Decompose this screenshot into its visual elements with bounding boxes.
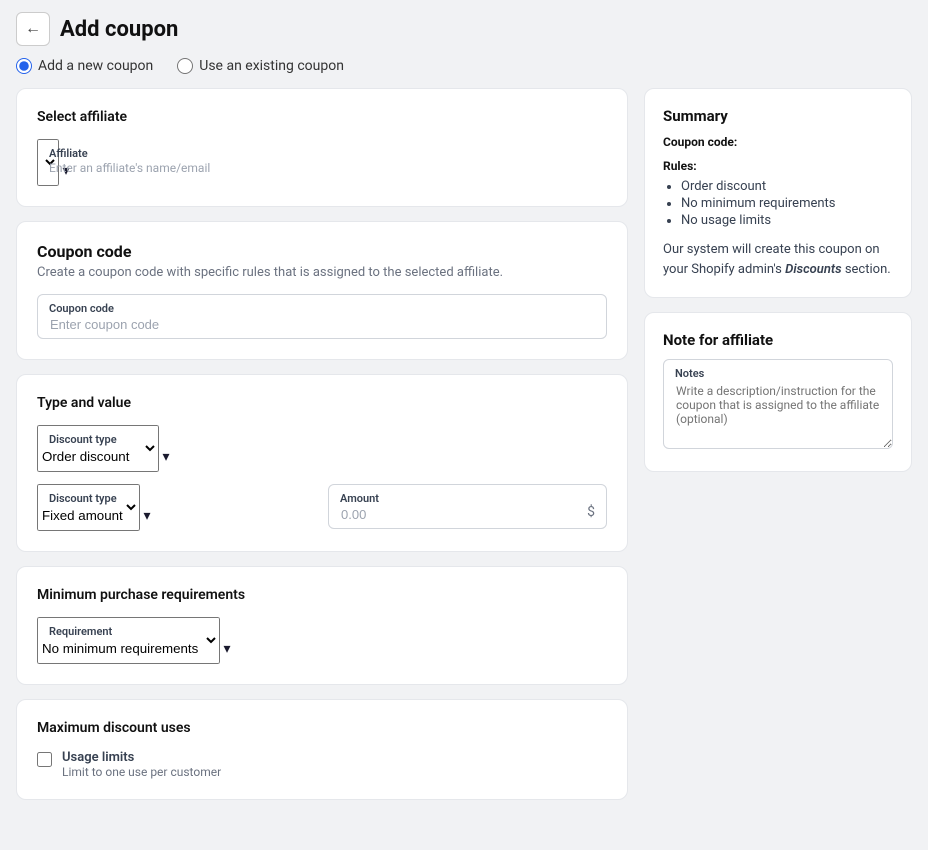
- usage-limits-label: Usage limits: [62, 750, 221, 765]
- discount-type-main-chevron-icon: ▾: [162, 449, 169, 465]
- notes-title: Note for affiliate: [663, 331, 893, 349]
- minimum-purchase-card: Minimum purchase requirements Requiremen…: [16, 566, 628, 685]
- type-value-title: Type and value: [37, 395, 607, 411]
- back-icon: ←: [25, 20, 41, 38]
- sub-discount-row: Discount type Fixed amount Percentage ▾ …: [37, 484, 607, 531]
- radio-add-new-label: Add a new coupon: [38, 58, 153, 74]
- sub-discount-type-chevron-icon: ▾: [143, 508, 150, 524]
- summary-rule-2: No minimum requirements: [681, 196, 893, 211]
- notes-textarea[interactable]: [663, 359, 893, 449]
- amount-wrapper: Amount $: [328, 484, 607, 531]
- affiliate-section-title: Select affiliate: [37, 109, 607, 125]
- usage-limits-text: Usage limits Limit to one use per custom…: [62, 750, 221, 779]
- requirement-select-wrapper: Requirement No minimum requirements Mini…: [37, 617, 607, 664]
- summary-note-italic: Discounts: [785, 262, 842, 277]
- coupon-code-wrapper: Coupon code: [37, 294, 607, 339]
- summary-rules: Order discount No minimum requirements N…: [663, 179, 893, 228]
- affiliate-select-wrapper: Affiliate Enter an affiliate's name/emai…: [37, 139, 607, 186]
- requirement-select[interactable]: No minimum requirements Minimum purchase…: [37, 617, 220, 664]
- maximum-uses-title: Maximum discount uses: [37, 720, 607, 736]
- coupon-code-desc: Create a coupon code with specific rules…: [37, 265, 607, 280]
- radio-add-new[interactable]: Add a new coupon: [16, 58, 153, 74]
- minimum-purchase-title: Minimum purchase requirements: [37, 587, 607, 603]
- affiliate-chevron-icon: ▾: [62, 163, 69, 179]
- summary-card: Summary Coupon code: Rules: Order discou…: [644, 88, 912, 298]
- notes-textarea-wrapper: Notes: [663, 359, 893, 453]
- amount-input[interactable]: [328, 484, 607, 529]
- sub-discount-type-wrapper: Discount type Fixed amount Percentage ▾: [37, 484, 316, 531]
- radio-use-existing-label: Use an existing coupon: [199, 58, 344, 74]
- affiliate-card: Select affiliate Affiliate Enter an affi…: [16, 88, 628, 207]
- summary-rule-3: No usage limits: [681, 213, 893, 228]
- back-button[interactable]: ←: [16, 12, 50, 46]
- usage-limits-checkbox[interactable]: [37, 752, 52, 767]
- discount-type-main-select[interactable]: Order discount Product discount: [37, 425, 159, 472]
- usage-limits-sublabel: Limit to one use per customer: [62, 765, 221, 779]
- summary-title: Summary: [663, 107, 893, 125]
- radio-group: Add a new coupon Use an existing coupon: [16, 58, 912, 74]
- summary-rules-label: Rules:: [663, 159, 893, 173]
- type-value-card: Type and value Discount type Order disco…: [16, 374, 628, 552]
- affiliate-placeholder: Enter an affiliate's name/email: [49, 161, 210, 175]
- affiliate-select[interactable]: [37, 139, 59, 186]
- notes-card: Note for affiliate Notes: [644, 312, 912, 472]
- coupon-code-title: Coupon code: [37, 242, 607, 261]
- summary-coupon-code-label: Coupon code:: [663, 135, 893, 149]
- radio-use-existing[interactable]: Use an existing coupon: [177, 58, 344, 74]
- maximum-uses-card: Maximum discount uses Usage limits Limit…: [16, 699, 628, 800]
- summary-note: Our system will create this coupon on yo…: [663, 240, 893, 279]
- discount-type-main-wrapper: Discount type Order discount Product dis…: [37, 425, 607, 472]
- radio-add-new-input[interactable]: [16, 58, 32, 74]
- requirement-chevron-icon: ▾: [223, 641, 230, 657]
- coupon-code-input[interactable]: [37, 294, 607, 339]
- page-title: Add coupon: [60, 17, 178, 42]
- summary-rule-1: Order discount: [681, 179, 893, 194]
- radio-use-existing-input[interactable]: [177, 58, 193, 74]
- coupon-code-card: Coupon code Create a coupon code with sp…: [16, 221, 628, 360]
- usage-limits-row: Usage limits Limit to one use per custom…: [37, 750, 607, 779]
- sub-discount-type-select[interactable]: Fixed amount Percentage: [37, 484, 140, 531]
